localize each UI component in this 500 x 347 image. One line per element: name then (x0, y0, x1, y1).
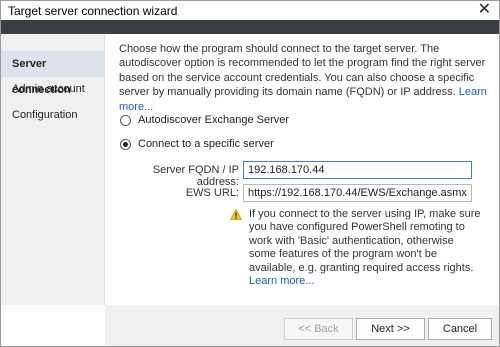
cancel-button[interactable]: Cancel (428, 318, 492, 340)
title-bar: Target server connection wizard ✕ (1, 1, 499, 20)
wizard-window: Target server connection wizard ✕ Server… (0, 0, 500, 347)
description-text: Choose how the program should connect to… (119, 42, 489, 114)
back-button[interactable]: << Back (284, 318, 353, 340)
header-band (1, 20, 499, 34)
autodiscover-radio[interactable] (120, 114, 131, 126)
specific-server-label: Connect to a specific server (138, 138, 274, 150)
sidebar-item-configuration[interactable]: Configuration (1, 102, 104, 128)
next-button[interactable]: Next >> (356, 318, 425, 340)
specific-server-radio[interactable] (120, 138, 131, 150)
ews-url-label: EWS URL: (185, 187, 239, 199)
warning-body: If you connect to the server using IP, m… (249, 208, 481, 274)
ews-url-input[interactable]: https://192.168.170.44/EWS/Exchange.asmx (243, 184, 472, 202)
autodiscover-option[interactable]: Autodiscover Exchange Server (120, 114, 289, 126)
wizard-sidebar: Server connection Admin account Configur… (1, 34, 105, 305)
window-title: Target server connection wizard (8, 4, 178, 18)
specific-server-option[interactable]: Connect to a specific server (120, 138, 274, 150)
server-fqdn-label: Server FQDN / IP address: (152, 164, 239, 188)
description-body: Choose how the program should connect to… (119, 43, 486, 99)
warning-message: If you connect to the server using IP, m… (249, 208, 481, 288)
autodiscover-label: Autodiscover Exchange Server (138, 114, 290, 126)
warning-triangle-icon (230, 209, 242, 220)
close-icon[interactable]: ✕ (478, 1, 491, 19)
server-fqdn-input[interactable]: 192.168.170.44 (243, 161, 472, 179)
sidebar-item-admin-account[interactable]: Admin account (1, 76, 104, 102)
sidebar-item-server-connection[interactable]: Server connection (1, 51, 104, 96)
warning-learn-more-link[interactable]: Learn more... (249, 275, 314, 287)
